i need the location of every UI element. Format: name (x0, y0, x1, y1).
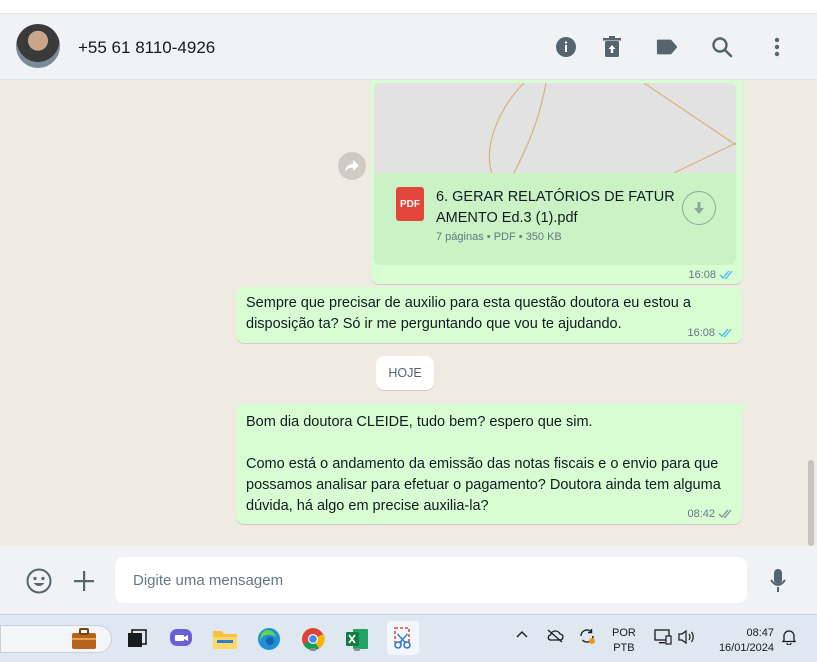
clock-time: 08:47 (746, 627, 774, 639)
message-timestamp: 16:08 (687, 327, 734, 339)
document-type: PDF (493, 231, 516, 243)
language-code: POR (612, 627, 636, 639)
forward-icon (345, 160, 359, 172)
message-input[interactable] (115, 557, 747, 603)
edge-browser-icon[interactable] (255, 625, 283, 653)
chrome-browser-icon[interactable] (299, 625, 327, 653)
forward-button[interactable] (338, 152, 366, 180)
show-hidden-icons-icon[interactable] (516, 629, 528, 642)
sent-ticks-icon (718, 509, 732, 519)
read-ticks-icon (718, 328, 732, 338)
download-icon (694, 202, 704, 214)
download-button[interactable] (682, 191, 716, 225)
document-file-name: 6. GERAR RELATÓRIOS DE FATURAMENTO Ed.3 … (436, 189, 675, 226)
chat-scrollbar[interactable] (808, 460, 814, 546)
outgoing-message[interactable]: Sempre que precisar de auxilio para esta… (236, 287, 742, 343)
attach-plus-icon[interactable] (71, 568, 97, 594)
trash-icon[interactable] (601, 36, 623, 58)
document-pages: 7 páginas (436, 231, 484, 243)
avatar[interactable] (16, 24, 60, 68)
clock-date: 16/01/2024 (718, 642, 774, 654)
info-icon[interactable] (555, 36, 577, 58)
microphone-icon[interactable] (765, 568, 791, 594)
keyboard-layout: PTB (613, 642, 635, 654)
document-time: 16:08 (688, 269, 716, 281)
chat-panel[interactable]: PDF 6. GERAR RELATÓRIOS DE FATURAMENTO E… (0, 80, 817, 546)
cloud-offline-icon[interactable] (546, 628, 564, 647)
message-time: 08:42 (687, 508, 715, 520)
document-message[interactable]: PDF 6. GERAR RELATÓRIOS DE FATURAMENTO E… (371, 80, 743, 284)
message-text: Sempre que precisar de auxilio para esta… (246, 295, 695, 332)
display-icon[interactable] (654, 629, 672, 648)
task-view-icon[interactable] (123, 625, 151, 653)
date-separator: HOJE (376, 356, 434, 390)
message-text: Bom dia doutora CLEIDE, tudo bem? espero… (246, 414, 721, 514)
file-explorer-icon[interactable] (211, 625, 239, 653)
emoji-icon[interactable] (26, 568, 52, 594)
meta-separator: • (486, 231, 494, 243)
briefcase-app-icon[interactable] (70, 625, 98, 653)
excel-icon[interactable] (343, 625, 371, 653)
document-preview[interactable] (374, 83, 736, 173)
document-timestamp: 16:08 (688, 269, 735, 281)
volume-icon[interactable] (678, 629, 696, 648)
snipping-tool-icon[interactable] (387, 621, 419, 655)
meta-separator: • (518, 231, 526, 243)
chat-header: +55 61 8110-4926 (0, 14, 817, 80)
window-top-strip (0, 0, 817, 14)
contact-name[interactable]: +55 61 8110-4926 (78, 38, 215, 58)
document-info[interactable]: PDF 6. GERAR RELATÓRIOS DE FATURAMENTO E… (374, 173, 736, 265)
windows-taskbar: POR PTB 08:47 16/01/2024 (0, 614, 817, 662)
message-timestamp: 08:42 (687, 508, 734, 520)
menu-icon[interactable] (766, 36, 788, 58)
search-icon[interactable] (711, 36, 733, 58)
active-indicator (354, 648, 360, 651)
notification-bell-icon[interactable] (781, 629, 797, 648)
label-icon[interactable] (656, 36, 678, 58)
chat-app-icon[interactable] (167, 625, 195, 653)
active-indicator (310, 648, 316, 651)
message-composer (0, 546, 817, 614)
document-meta: 7 páginas • PDF • 350 KB (436, 231, 562, 243)
system-clock[interactable]: 08:47 16/01/2024 (706, 626, 774, 656)
sync-icon[interactable] (578, 627, 596, 648)
pdf-file-icon: PDF (396, 187, 424, 221)
document-size: 350 KB (525, 231, 562, 243)
read-ticks-icon (719, 270, 733, 280)
input-language[interactable]: POR PTB (612, 626, 636, 656)
outgoing-message[interactable]: Bom dia doutora CLEIDE, tudo bem? espero… (236, 404, 742, 524)
message-time: 16:08 (687, 327, 715, 339)
